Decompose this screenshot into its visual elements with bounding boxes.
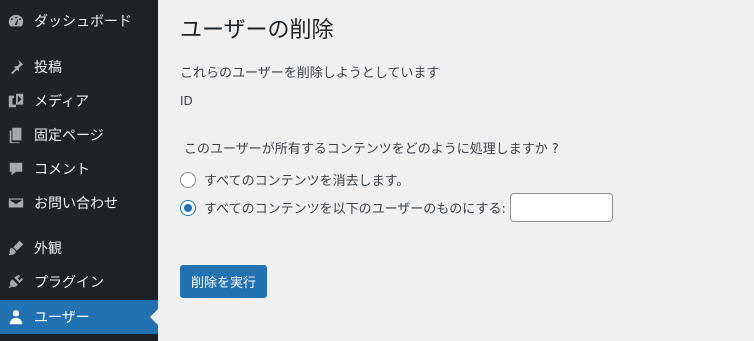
sidebar-item-comments[interactable]: コメント: [0, 152, 158, 186]
sidebar-item-label: 固定ページ: [34, 128, 104, 144]
radio-delete-all[interactable]: [180, 171, 196, 188]
sidebar-item-pages[interactable]: 固定ページ: [0, 118, 158, 152]
mail-icon: [6, 193, 26, 213]
page-title: ユーザーの削除: [180, 18, 334, 43]
sidebar-item-media[interactable]: メディア: [0, 84, 158, 118]
sidebar-item-users[interactable]: ユーザー: [0, 300, 158, 334]
id-label: ID: [180, 94, 193, 108]
sidebar-item-label: お問い合わせ: [34, 196, 118, 212]
option-delete-all[interactable]: すべてのコンテンツを消去します。: [180, 170, 409, 189]
dashboard-icon: [6, 11, 26, 31]
page-icon: [6, 125, 26, 145]
sidebar-item-label: ユーザー: [34, 310, 90, 326]
option-attribute-label: すべてのコンテンツを以下のユーザーのものにする:: [204, 202, 506, 217]
option-delete-all-label: すべてのコンテンツを消去します。: [204, 174, 410, 189]
sidebar-item-label: ダッシュボード: [34, 14, 132, 30]
attribute-user-field[interactable]: [509, 193, 613, 222]
plugin-icon: [6, 272, 26, 292]
user-icon: [6, 307, 26, 327]
sidebar-item-label: 外観: [34, 241, 62, 257]
active-indicator: [150, 309, 158, 325]
pin-icon: [6, 57, 26, 77]
admin-sidebar: ダッシュボード 投稿 メディア 固定ページ コメント お問い合わせ 外観 プラグ…: [0, 0, 158, 341]
confirm-delete-button[interactable]: 削除を実行: [180, 265, 268, 298]
sidebar-item-label: プラグイン: [34, 275, 104, 291]
sidebar-item-label: 投稿: [34, 60, 62, 76]
option-attribute-content[interactable]: すべてのコンテンツを以下のユーザーのものにする:: [180, 193, 613, 222]
brush-icon: [6, 238, 26, 258]
media-icon: [6, 91, 26, 111]
content-question: このユーザーが所有するコンテンツをどのように処理しますか ?: [184, 142, 559, 157]
sidebar-item-label: メディア: [34, 94, 90, 110]
sidebar-item-appearance[interactable]: 外観: [0, 231, 158, 265]
sidebar-item-label: コメント: [34, 162, 90, 178]
sidebar-item-dashboard[interactable]: ダッシュボード: [0, 4, 158, 38]
sidebar-item-posts[interactable]: 投稿: [0, 50, 158, 84]
radio-attribute-content[interactable]: [180, 199, 196, 216]
delete-description: これらのユーザーを削除しようとしています: [180, 66, 440, 81]
sidebar-item-plugins[interactable]: プラグイン: [0, 265, 158, 299]
main-content: ユーザーの削除 これらのユーザーを削除しようとしています ID このユーザーが所…: [180, 0, 754, 341]
comment-icon: [6, 159, 26, 179]
sidebar-item-contact[interactable]: お問い合わせ: [0, 186, 158, 220]
